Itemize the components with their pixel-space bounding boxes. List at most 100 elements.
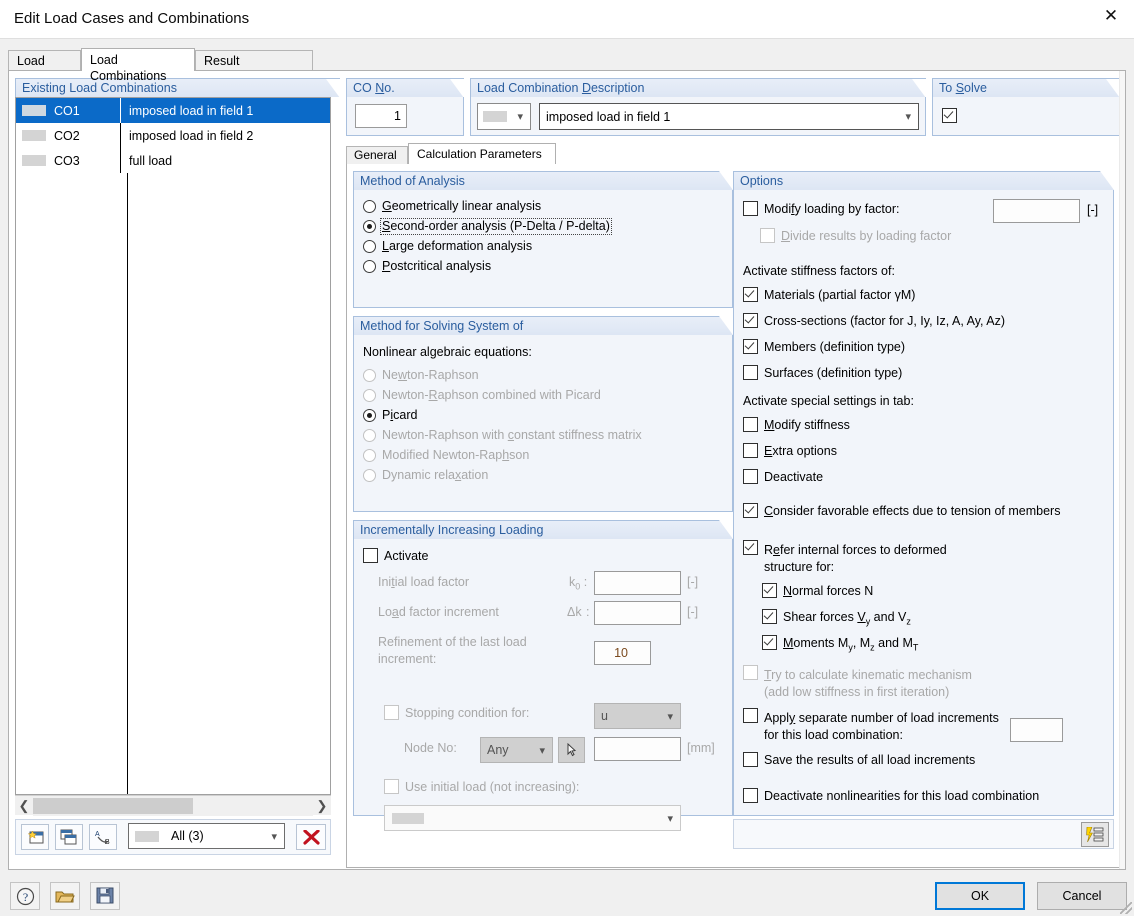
checkbox-extra-options[interactable]: Extra options: [743, 443, 837, 458]
radio-second-order[interactable]: Second-order analysis (P-Delta / P-delta…: [363, 218, 732, 235]
divide-results-checkbox[interactable]: [760, 228, 775, 243]
pick-node-icon[interactable]: [558, 737, 585, 763]
chevron-down-icon[interactable]: ▾: [667, 812, 673, 825]
radio-newton-raphson-picard[interactable]: Newton-Raphson combined with Picard: [363, 389, 732, 402]
stopping-condition-row[interactable]: Stopping condition for:: [384, 705, 529, 720]
scroll-track[interactable]: [33, 795, 313, 816]
checkbox-surfaces[interactable]: Surfaces (definition type): [743, 365, 902, 380]
radio-icon[interactable]: [363, 369, 376, 382]
radio-icon[interactable]: [363, 449, 376, 462]
list-horizontal-scrollbar[interactable]: ❮ ❯: [15, 795, 331, 816]
activate-checkbox[interactable]: [363, 548, 378, 563]
open-folder-icon[interactable]: [50, 882, 80, 910]
chevron-down-icon[interactable]: ▾: [667, 710, 673, 723]
checkbox-icon[interactable]: [743, 708, 758, 723]
separate-increments-input[interactable]: [1010, 718, 1063, 742]
stopping-condition-select[interactable]: u ▾: [594, 703, 681, 729]
checkbox-kinematic-mechanism[interactable]: Try to calculate kinematic mechanism (add…: [743, 665, 972, 699]
checkbox-icon[interactable]: [743, 287, 758, 302]
tab-load-combinations[interactable]: Load Combinations: [81, 48, 195, 83]
tab-general[interactable]: General: [346, 146, 408, 165]
description-color-combobox[interactable]: ▾: [477, 103, 531, 130]
checkbox-cross-sections[interactable]: Cross-sections (factor for J, Iy, Iz, A,…: [743, 313, 1005, 328]
table-row[interactable]: CO1 imposed load in field 1: [16, 98, 330, 123]
chevron-down-icon[interactable]: ▾: [271, 830, 277, 843]
modify-loading-row[interactable]: Modify loading by factor:: [743, 201, 900, 216]
checkbox-icon[interactable]: [743, 313, 758, 328]
modify-loading-input[interactable]: [993, 199, 1080, 223]
load-combinations-list[interactable]: CO1 imposed load in field 1 CO2 imposed …: [15, 97, 331, 795]
checkbox-modify-stiffness[interactable]: Modify stiffness: [743, 417, 850, 432]
checkbox-separate-increments[interactable]: Apply separate number of load increments…: [743, 708, 999, 742]
checkbox-icon[interactable]: [743, 417, 758, 432]
checkbox-save-results[interactable]: Save the results of all load increments: [743, 752, 975, 767]
checkbox-icon[interactable]: [743, 365, 758, 380]
checkbox-members[interactable]: Members (definition type): [743, 339, 905, 354]
checkbox-deactivate-nonlinearities[interactable]: Deactivate nonlinearities for this load …: [743, 788, 1039, 803]
chevron-down-icon[interactable]: ▾: [539, 744, 545, 757]
checkbox-icon[interactable]: [743, 540, 758, 555]
checkbox-icon[interactable]: [743, 339, 758, 354]
scroll-left-icon[interactable]: ❮: [15, 798, 33, 814]
checkbox-icon[interactable]: [743, 752, 758, 767]
radio-modified-newton-raphson[interactable]: Modified Newton-Raphson: [363, 449, 732, 462]
close-icon[interactable]: ✕: [1088, 0, 1134, 32]
chevron-down-icon[interactable]: ▾: [905, 110, 911, 123]
save-disk-icon[interactable]: [90, 882, 120, 910]
scroll-right-icon[interactable]: ❯: [313, 798, 331, 814]
checkbox-icon[interactable]: [743, 788, 758, 803]
radio-icon[interactable]: [363, 260, 376, 273]
delete-red-x-icon[interactable]: [296, 824, 326, 850]
radio-postcritical[interactable]: Postcritical analysis: [363, 260, 732, 273]
initial-load-select[interactable]: ▾: [384, 805, 681, 831]
activate-incremental-checkbox-row[interactable]: Activate: [363, 548, 428, 563]
cancel-button[interactable]: Cancel: [1037, 882, 1127, 910]
checkbox-normal-forces[interactable]: Normal forces N: [762, 583, 873, 598]
radio-icon[interactable]: [363, 200, 376, 213]
initial-load-factor-input[interactable]: [594, 571, 681, 595]
load-factor-increment-input[interactable]: [594, 601, 681, 625]
radio-geometrically-linear[interactable]: Geometrically linear analysis: [363, 200, 732, 213]
checkbox-icon[interactable]: [743, 469, 758, 484]
radio-picard[interactable]: Picard: [363, 409, 732, 422]
checkbox-materials[interactable]: Materials (partial factor γM): [743, 287, 915, 302]
checkbox-favorable-effects[interactable]: Consider favorable effects due to tensio…: [743, 503, 1060, 518]
table-row[interactable]: CO2 imposed load in field 2: [16, 123, 330, 148]
checkbox-moments[interactable]: Moments My, Mz and MT: [762, 635, 918, 653]
resize-grip[interactable]: [1120, 902, 1132, 914]
checkbox-icon[interactable]: [743, 665, 758, 680]
to-solve-checkbox[interactable]: [942, 108, 957, 123]
ok-button[interactable]: OK: [935, 882, 1025, 910]
radio-icon[interactable]: [363, 240, 376, 253]
stopping-condition-checkbox[interactable]: [384, 705, 399, 720]
help-icon[interactable]: ?: [10, 882, 40, 910]
radio-large-deformation[interactable]: Large deformation analysis: [363, 240, 732, 253]
radio-icon[interactable]: [363, 220, 376, 233]
description-combobox[interactable]: imposed load in field 1 ▾: [539, 103, 919, 130]
radio-icon[interactable]: [363, 389, 376, 402]
table-row[interactable]: CO3 full load: [16, 148, 330, 173]
radio-icon[interactable]: [363, 409, 376, 422]
tab-load-cases[interactable]: Load Cases: [8, 50, 81, 84]
radio-icon[interactable]: [363, 429, 376, 442]
checkbox-icon[interactable]: [762, 635, 777, 650]
modify-loading-checkbox[interactable]: [743, 201, 758, 216]
calculation-settings-icon[interactable]: [1081, 822, 1109, 847]
refinement-input[interactable]: 10: [594, 641, 651, 665]
checkbox-icon[interactable]: [743, 503, 758, 518]
radio-newton-raphson[interactable]: Newton-Raphson: [363, 369, 732, 382]
scroll-thumb[interactable]: [33, 797, 193, 814]
tab-calculation-parameters[interactable]: Calculation Parameters: [408, 143, 556, 165]
radio-newton-raphson-constant[interactable]: Newton-Raphson with constant stiffness m…: [363, 429, 732, 442]
checkbox-icon[interactable]: [762, 609, 777, 624]
copy-combination-icon[interactable]: [55, 824, 83, 850]
renumber-icon[interactable]: A B: [89, 824, 117, 850]
checkbox-refer-internal-forces[interactable]: Refer internal forces to deformed structu…: [743, 540, 947, 574]
use-initial-load-checkbox[interactable]: [384, 779, 399, 794]
divide-results-row[interactable]: Divide results by loading factor: [760, 228, 951, 243]
co-no-input[interactable]: 1: [355, 104, 407, 128]
checkbox-icon[interactable]: [762, 583, 777, 598]
radio-dynamic-relaxation[interactable]: Dynamic relaxation: [363, 469, 732, 482]
new-combination-icon[interactable]: [21, 824, 49, 850]
radio-icon[interactable]: [363, 469, 376, 482]
